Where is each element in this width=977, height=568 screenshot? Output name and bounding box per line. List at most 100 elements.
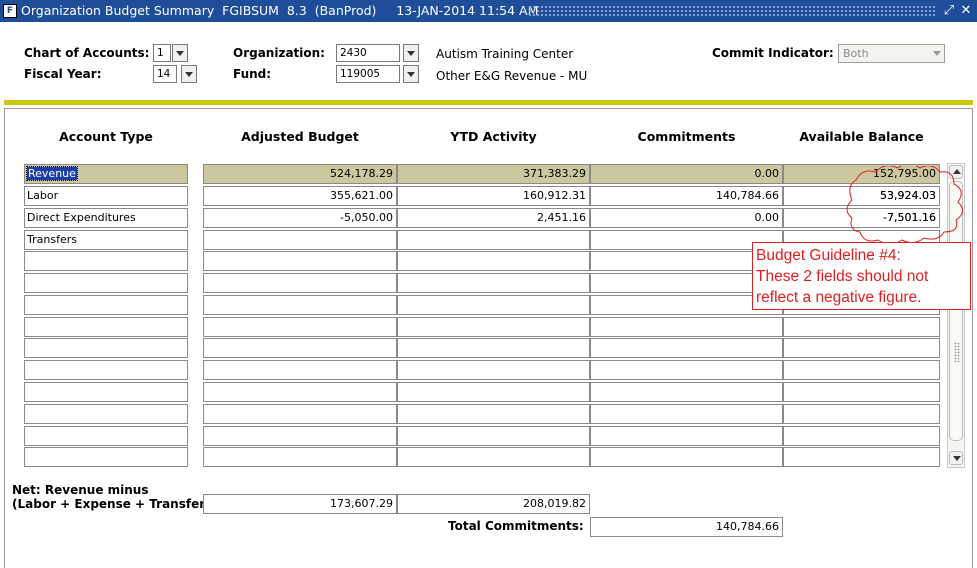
row-3-adjusted-budget[interactable] [203,230,397,250]
empty-row-adjusted-budget[interactable] [203,251,397,271]
empty-row-ytd-activity[interactable] [397,447,590,467]
fiscal-year-lov-button[interactable] [181,65,197,83]
empty-row-commitments[interactable] [590,360,783,380]
empty-row-ytd-activity[interactable] [397,273,590,293]
empty-row-ytd-activity[interactable] [397,382,590,402]
commit-indicator-value: Both [843,47,869,60]
empty-row-ytd-activity[interactable] [397,338,590,358]
row-1-adjusted-budget[interactable]: 355,621.00 [203,186,397,206]
selected-text: Revenue [26,166,78,181]
row-0-account-type[interactable]: Revenue [24,164,188,184]
net-adjusted-budget[interactable]: 173,607.29 [203,494,397,514]
annotation-line-1: Budget Guideline #4: [756,247,901,264]
organization-label: Organization: [233,46,325,60]
empty-row-adjusted-budget[interactable] [203,382,397,402]
fund-description: Other E&G Revenue - MU [436,69,588,83]
window-title: Organization Budget Summary FGIBSUM 8.3 … [21,3,539,18]
total-commitments-field[interactable]: 140,784.66 [590,517,783,537]
organization-field[interactable]: 2430 [336,44,400,62]
close-icon[interactable]: ✕ [958,2,974,20]
organization-description: Autism Training Center [436,47,574,61]
empty-row-available-balance[interactable] [783,382,940,402]
row-0-adjusted-budget[interactable]: 524,178.29 [203,164,397,184]
empty-row-commitments[interactable] [590,404,783,424]
chart-of-accounts-label: Chart of Accounts: [24,46,150,60]
empty-row-adjusted-budget[interactable] [203,404,397,424]
empty-row-adjusted-budget[interactable] [203,360,397,380]
chart-lov-button[interactable] [172,44,188,62]
empty-row-ytd-activity[interactable] [397,251,590,271]
empty-row-ytd-activity[interactable] [397,360,590,380]
row-2-ytd-activity[interactable]: 2,451.16 [397,208,590,228]
row-1-account-type[interactable]: Labor [24,186,188,206]
row-1-ytd-activity[interactable]: 160,912.31 [397,186,590,206]
empty-row-available-balance[interactable] [783,338,940,358]
empty-row-account-type[interactable] [24,295,188,315]
empty-row-account-type[interactable] [24,426,188,446]
chevron-down-icon [933,51,941,56]
empty-row-commitments[interactable] [590,447,783,467]
annotation-line-3: reflect a negative figure. [756,289,922,306]
row-3-account-type[interactable]: Transfers [24,230,188,250]
title-bar: F Organization Budget Summary FGIBSUM 8.… [0,0,977,22]
row-3-ytd-activity[interactable] [397,230,590,250]
header-account-type: Account Type [59,129,153,144]
header-available-balance: Available Balance [799,129,924,144]
empty-row-available-balance[interactable] [783,426,940,446]
empty-row-account-type[interactable] [24,404,188,424]
title-bar-pattern [528,5,936,17]
row-0-ytd-activity[interactable]: 371,383.29 [397,164,590,184]
empty-row-commitments[interactable] [590,317,783,337]
empty-row-account-type[interactable] [24,317,188,337]
empty-row-account-type[interactable] [24,447,188,467]
empty-row-available-balance[interactable] [783,404,940,424]
header-ytd-activity: YTD Activity [450,129,537,144]
empty-row-adjusted-budget[interactable] [203,295,397,315]
empty-row-ytd-activity[interactable] [397,404,590,424]
empty-row-adjusted-budget[interactable] [203,317,397,337]
empty-row-ytd-activity[interactable] [397,426,590,446]
scroll-down-icon[interactable] [949,451,963,465]
net-ytd-activity[interactable]: 208,019.82 [397,494,590,514]
empty-row-ytd-activity[interactable] [397,295,590,315]
row-1-commitments[interactable]: 140,784.66 [590,186,783,206]
block-separator [4,100,973,105]
row-2-account-type[interactable]: Direct Expenditures [24,208,188,228]
annotation-line-2: These 2 fields should not [756,268,929,285]
empty-row-adjusted-budget[interactable] [203,338,397,358]
fund-lov-button[interactable] [403,65,419,83]
empty-row-commitments[interactable] [590,426,783,446]
cloud-callout-shape [846,166,963,244]
fund-label: Fund: [233,67,272,81]
commit-indicator-select[interactable]: Both [838,44,945,63]
row-0-commitments[interactable]: 0.00 [590,164,783,184]
empty-row-account-type[interactable] [24,338,188,358]
empty-row-account-type[interactable] [24,360,188,380]
header-commitments: Commitments [637,129,736,144]
empty-row-commitments[interactable] [590,382,783,402]
net-label-line2: (Labor + Expense + Transfer) [12,497,211,511]
empty-row-commitments[interactable] [590,338,783,358]
restore-icon[interactable]: ⤢ [941,2,957,20]
chart-of-accounts-field[interactable]: 1 [153,44,171,62]
fund-field[interactable]: 119005 [336,65,400,83]
empty-row-account-type[interactable] [24,382,188,402]
empty-row-adjusted-budget[interactable] [203,426,397,446]
empty-row-account-type[interactable] [24,273,188,293]
fiscal-year-field[interactable]: 14 [153,65,177,83]
empty-row-available-balance[interactable] [783,360,940,380]
row-2-adjusted-budget[interactable]: -5,050.00 [203,208,397,228]
annotation-callout: Budget Guideline #4: These 2 fields shou… [752,242,971,310]
organization-lov-button[interactable] [403,44,419,62]
empty-row-available-balance[interactable] [783,317,940,337]
total-commitments-label: Total Commitments: [448,519,584,533]
empty-row-adjusted-budget[interactable] [203,447,397,467]
empty-row-adjusted-budget[interactable] [203,273,397,293]
empty-row-account-type[interactable] [24,251,188,271]
net-label-line1: Net: Revenue minus [12,483,149,497]
empty-row-available-balance[interactable] [783,447,940,467]
row-2-commitments[interactable]: 0.00 [590,208,783,228]
header-adjusted-budget: Adjusted Budget [241,129,359,144]
empty-row-ytd-activity[interactable] [397,317,590,337]
grip-icon [954,342,960,362]
